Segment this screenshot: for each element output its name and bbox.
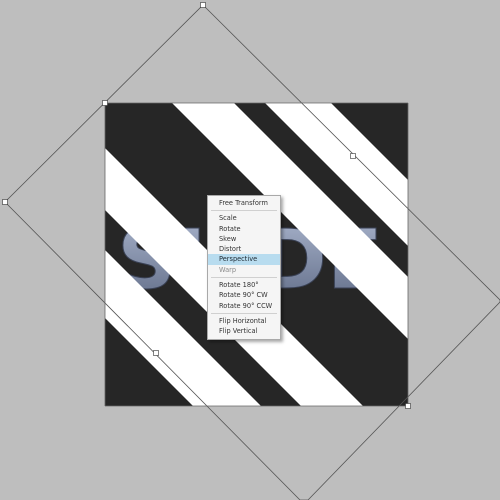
- menu-item-flip-horizontal[interactable]: Flip Horizontal: [208, 316, 280, 326]
- menu-separator: [211, 312, 277, 314]
- menu-item-free-transform[interactable]: Free Transform: [208, 198, 280, 208]
- menu-item-flip-vertical[interactable]: Flip Vertical: [208, 326, 280, 336]
- menu-separator: [211, 210, 277, 212]
- menu-item-scale[interactable]: Scale: [208, 213, 280, 223]
- handle-left[interactable]: [2, 199, 8, 205]
- document-canvas[interactable]: SLIDE Free TransformSc: [0, 0, 500, 500]
- menu-separator: [211, 277, 277, 279]
- menu-item-rotate-90-cw[interactable]: Rotate 90° CW: [208, 290, 280, 300]
- handle-lower-left[interactable]: [153, 350, 159, 356]
- menu-item-rotate-180[interactable]: Rotate 180°: [208, 280, 280, 290]
- menu-item-distort[interactable]: Distort: [208, 244, 280, 254]
- handle-upper-right[interactable]: [350, 153, 356, 159]
- menu-item-rotate[interactable]: Rotate: [208, 224, 280, 234]
- handle-top[interactable]: [200, 2, 206, 8]
- menu-item-perspective[interactable]: Perspective: [208, 254, 280, 265]
- handle-top-left[interactable]: [102, 100, 108, 106]
- transform-context-menu: Free Transform Scale Rotate Skew Distort Pers…: [207, 195, 281, 340]
- menu-item-skew[interactable]: Skew: [208, 234, 280, 244]
- menu-item-warp[interactable]: Warp: [208, 265, 280, 275]
- menu-item-rotate-90-ccw[interactable]: Rotate 90° CCW: [208, 301, 280, 311]
- handle-bottom-right[interactable]: [405, 403, 411, 409]
